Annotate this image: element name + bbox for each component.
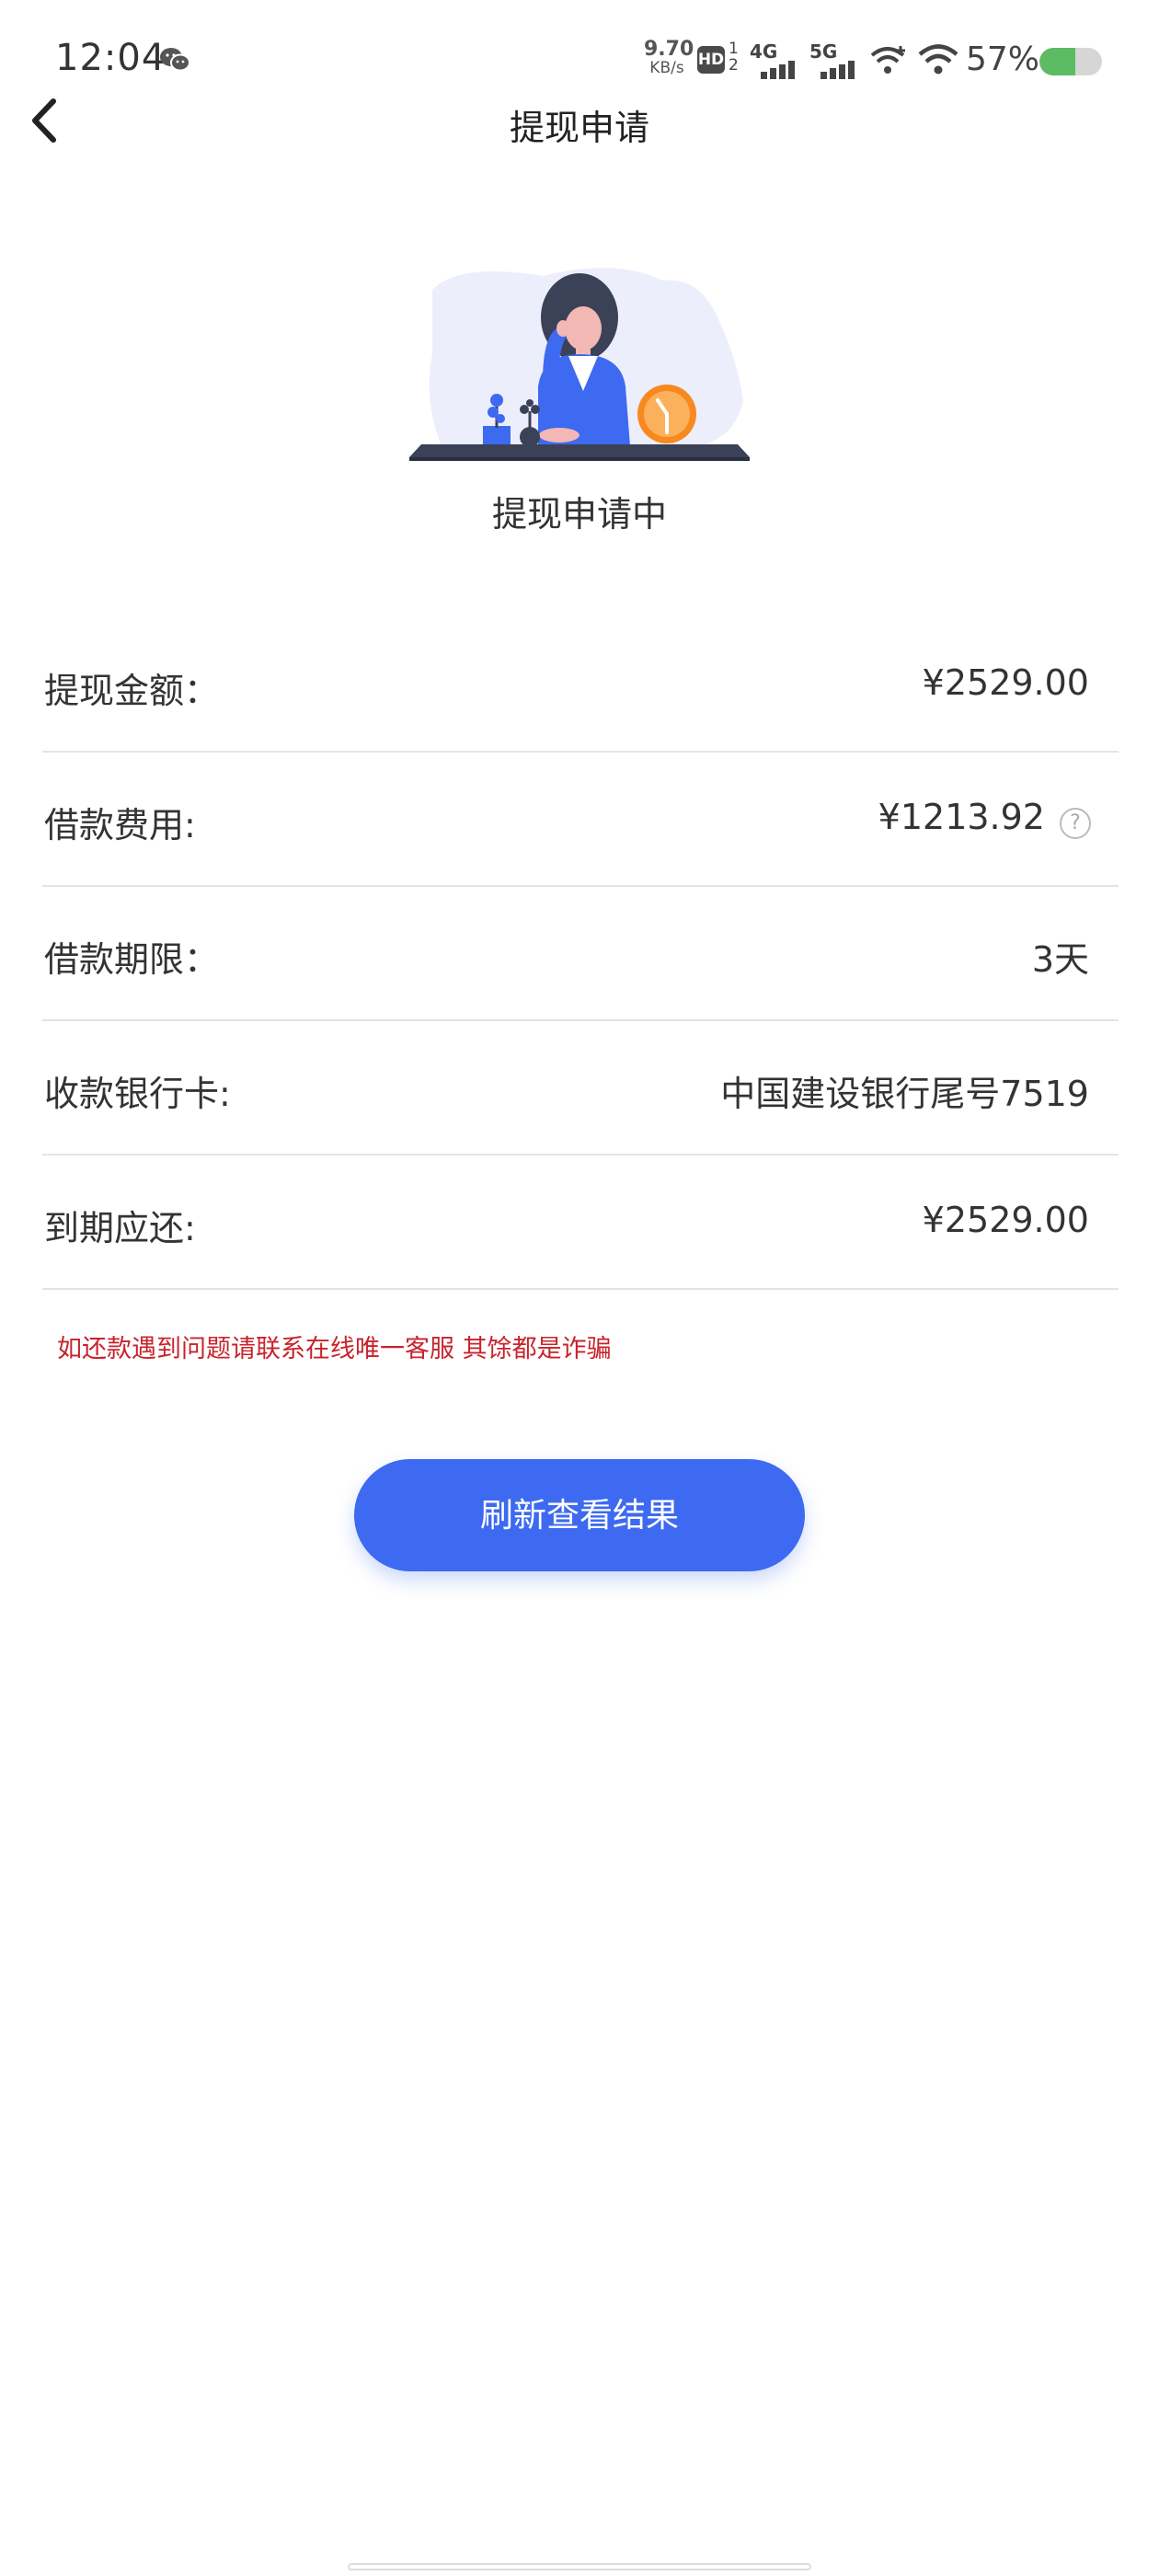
hd-num-top: 1 [729,40,739,58]
wifi-icon [918,44,958,75]
withdraw-amount-label: 提现金额： [44,671,220,711]
signal-4g-label: 4G [750,40,778,63]
row-amount-due: 到期应还: ¥2529.00 [42,1156,1119,1290]
hd-badge: HD [697,46,725,74]
row-withdraw-amount: 提现金额： ¥2529.00 [42,618,1119,753]
woman-at-desk-illustration [409,268,750,461]
bank-card-value: 中国建设银行尾号7519 [720,1074,1089,1114]
wechat-icon [160,48,190,72]
fraud-warning-text: 如还款遇到问题请联系在线唯一客服 其馀都是诈骗 [57,1335,612,1363]
network-speed: 9.70 KB/s [644,38,694,78]
network-speed-value: 9.70 [644,38,694,61]
loan-fee-value: ¥1213.92 [878,797,1045,837]
bank-card-label: 收款银行卡: [44,1074,231,1114]
question-mark-icon[interactable]: ? [1060,808,1091,839]
signal-bars-icon [820,61,857,79]
amount-due-label: 到期应还: [44,1208,196,1248]
withdrawal-details: 提现金额： ¥2529.00 借款费用: ¥1213.92 ? 借款期限： 3天… [42,618,1119,1290]
loan-fee-label: 借款费用: [44,805,196,845]
signal-bars-icon [761,61,798,79]
signal-5g-label: 5G [809,40,838,63]
hd-num-bottom: 2 [729,56,739,75]
application-status-text: 提现申请中 [491,494,667,535]
loan-term-label: 借款期限： [44,939,220,980]
wifi-plus-icon [870,46,905,74]
home-indicator[interactable] [348,2563,811,2570]
battery-percent: 57% [966,40,1040,78]
battery-fill [1039,48,1075,75]
loan-term-value: 3天 [1031,939,1089,980]
refresh-result-button[interactable]: 刷新查看结果 [354,1459,805,1571]
battery-icon [1039,48,1102,75]
hd-sim-number: 1 2 [729,40,739,74]
row-loan-term: 借款期限： 3天 [42,887,1119,1021]
row-bank-card: 收款银行卡: 中国建设银行尾号7519 [42,1021,1119,1156]
row-loan-fee: 借款费用: ¥1213.92 ? [42,753,1119,887]
status-time: 12:04 [55,37,166,79]
signal-4g: 4G [750,40,805,79]
amount-due-value: ¥2529.00 [922,1200,1089,1240]
withdraw-amount-value: ¥2529.00 [922,662,1089,703]
signal-5g: 5G [809,40,865,79]
page-title: 提现申请 [509,108,649,148]
network-speed-unit: KB/s [649,59,684,77]
